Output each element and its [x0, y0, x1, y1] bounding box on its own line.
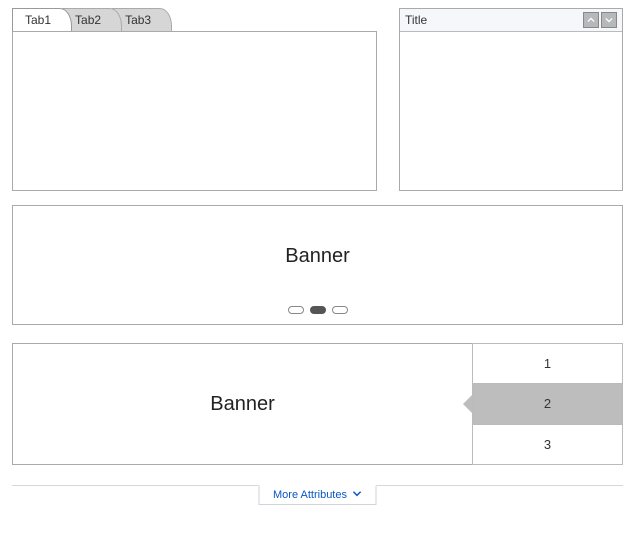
tab-1[interactable]: Tab1: [12, 8, 72, 32]
chevron-up-icon: [587, 13, 595, 27]
page-dot-3[interactable]: [332, 306, 348, 314]
page-tab-label: 3: [544, 437, 551, 452]
page-tab-3[interactable]: 3: [472, 424, 623, 465]
tab-content: [12, 31, 377, 191]
tab-label: Tab2: [75, 13, 101, 27]
banner-content: Banner: [13, 344, 472, 464]
banner-text: Banner: [285, 245, 350, 268]
panel-header: Title: [400, 9, 622, 32]
carousel-numbered: Banner 1 2 3: [12, 343, 623, 465]
chevron-down-icon: [605, 13, 613, 27]
carousel-side-pager: 1 2 3: [472, 344, 622, 464]
page-dot-2[interactable]: [310, 306, 326, 314]
more-attributes-button[interactable]: More Attributes: [258, 485, 377, 505]
banner-text: Banner: [210, 393, 275, 416]
tab-label: Tab1: [25, 13, 51, 27]
page-tab-label: 2: [544, 396, 551, 411]
side-panel: Title: [399, 8, 623, 191]
tab-strip: Tab1 Tab2 Tab3: [12, 8, 377, 32]
footer-bar: More Attributes: [12, 485, 623, 513]
carousel-pager: [288, 306, 348, 314]
page-dot-1[interactable]: [288, 306, 304, 314]
tab-label: Tab3: [125, 13, 151, 27]
page-tab-2[interactable]: 2: [472, 383, 623, 424]
carousel-dots: Banner: [12, 205, 623, 325]
panel-body: [400, 32, 622, 190]
tab-panel: Tab1 Tab2 Tab3: [12, 8, 377, 191]
more-attributes-label: More Attributes: [273, 489, 347, 501]
chevron-down-icon: [353, 489, 362, 501]
page-tab-label: 1: [544, 356, 551, 371]
page-tab-1[interactable]: 1: [472, 343, 623, 384]
collapse-down-button[interactable]: [601, 12, 617, 28]
panel-title: Title: [405, 13, 427, 27]
collapse-up-button[interactable]: [583, 12, 599, 28]
